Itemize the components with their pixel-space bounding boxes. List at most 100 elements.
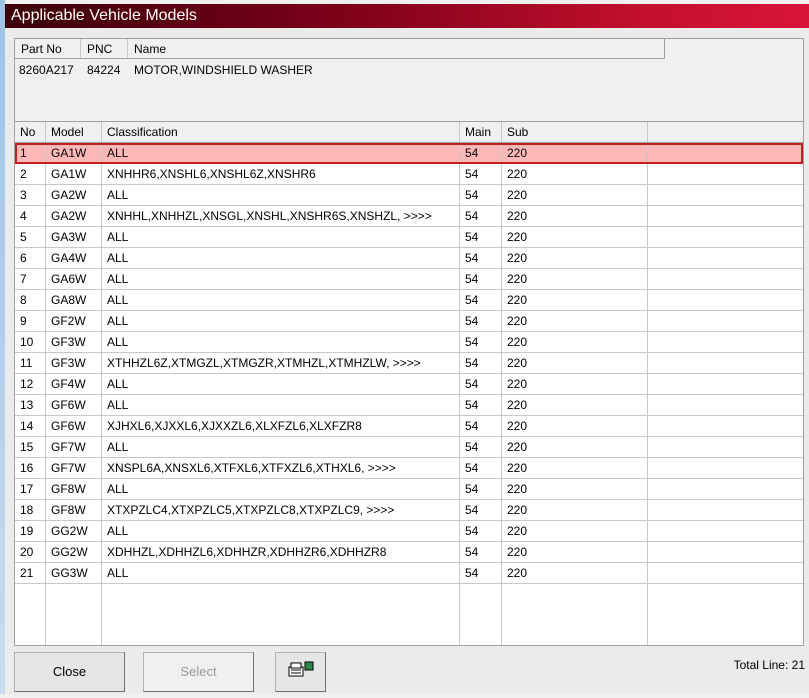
pnc-value: 84224 bbox=[87, 63, 121, 77]
cell-main: 54 bbox=[460, 164, 502, 184]
cell-sub: 220 bbox=[502, 479, 648, 499]
cell-sub: 220 bbox=[502, 206, 648, 226]
table-row[interactable]: 4 GA2W XNHHL,XNHHZL,XNSGL,XNSHL,XNSHR6S,XN… bbox=[15, 206, 803, 227]
cell-main: 54 bbox=[460, 521, 502, 541]
table-row[interactable]: 20 GG2W XDHHZL,XDHHZL6,XDHHZR,XDHHZR6,XDHH… bbox=[15, 542, 803, 563]
table-row[interactable]: 2 GA1W XNHHR6,XNSHL6,XNSHL6Z,XNSHR6 54 220 bbox=[15, 164, 803, 185]
table-row[interactable]: 8 GA8W ALL 54 220 bbox=[15, 290, 803, 311]
col-sub[interactable]: Sub bbox=[502, 122, 648, 142]
cell-model: GA4W bbox=[46, 248, 102, 268]
table-row[interactable]: 1 GA1W ALL 54 220 bbox=[15, 143, 803, 164]
print-button[interactable] bbox=[275, 652, 326, 692]
table-row[interactable]: 7 GA6W ALL 54 220 bbox=[15, 269, 803, 290]
table-row[interactable]: 13 GF6W ALL 54 220 bbox=[15, 395, 803, 416]
table-row[interactable]: 3 GA2W ALL 54 220 bbox=[15, 185, 803, 206]
cell-no: 1 bbox=[15, 143, 46, 163]
close-button[interactable]: Close bbox=[14, 652, 125, 692]
cell-classification: ALL bbox=[102, 185, 460, 205]
cell-main: 54 bbox=[460, 479, 502, 499]
cell-empty bbox=[648, 248, 803, 268]
table-row[interactable]: 9 GF2W ALL 54 220 bbox=[15, 311, 803, 332]
cell-sub: 220 bbox=[502, 500, 648, 520]
cell-sub: 220 bbox=[502, 164, 648, 184]
cell-main: 54 bbox=[460, 143, 502, 163]
table-row[interactable]: 6 GA4W ALL 54 220 bbox=[15, 248, 803, 269]
part-values: 8260A217 84224 MOTOR,WINDSHIELD WASHER bbox=[15, 62, 313, 78]
table-row[interactable]: 12 GF4W ALL 54 220 bbox=[15, 374, 803, 395]
cell-classification: ALL bbox=[102, 248, 460, 268]
cell-model: GA1W bbox=[46, 164, 102, 184]
cell-sub: 220 bbox=[502, 521, 648, 541]
table-row[interactable]: 10 GF3W ALL 54 220 bbox=[15, 332, 803, 353]
cell-model: GA2W bbox=[46, 185, 102, 205]
col-no[interactable]: No bbox=[15, 122, 46, 142]
cell-classification: XNHHL,XNHHZL,XNSGL,XNSHL,XNSHR6S,XNSHZL,… bbox=[102, 206, 460, 226]
part-no-value: 8260A217 bbox=[19, 63, 74, 77]
cell-main: 54 bbox=[460, 248, 502, 268]
cell-classification: XNSPL6A,XNSXL6,XTFXL6,XTFXZL6,XTHXL6, >>… bbox=[102, 458, 460, 478]
cell-classification: XNHHR6,XNSHL6,XNSHL6Z,XNSHR6 bbox=[102, 164, 460, 184]
table-row[interactable]: 5 GA3W ALL 54 220 bbox=[15, 227, 803, 248]
vehicle-models-grid[interactable]: No Model Classification Main Sub 1 GA1W AL… bbox=[14, 121, 804, 646]
cell-sub: 220 bbox=[502, 353, 648, 373]
cell-empty bbox=[648, 290, 803, 310]
cell-model: GF8W bbox=[46, 500, 102, 520]
table-row[interactable]: 16 GF7W XNSPL6A,XNSXL6,XTFXL6,XTFXZL6,XTHX… bbox=[15, 458, 803, 479]
cell-no: 7 bbox=[15, 269, 46, 289]
header-pnc: PNC bbox=[81, 39, 128, 58]
cell-sub: 220 bbox=[502, 437, 648, 457]
col-main[interactable]: Main bbox=[460, 122, 502, 142]
cell-no: 2 bbox=[15, 164, 46, 184]
cell-no: 21 bbox=[15, 563, 46, 583]
cell-model: GA2W bbox=[46, 206, 102, 226]
cell-sub: 220 bbox=[502, 290, 648, 310]
table-row[interactable]: 21 GG3W ALL 54 220 bbox=[15, 563, 803, 584]
cell-no: 12 bbox=[15, 374, 46, 394]
cell-model: GF7W bbox=[46, 458, 102, 478]
cell-main: 54 bbox=[460, 353, 502, 373]
table-row[interactable]: 14 GF6W XJHXL6,XJXXL6,XJXXZL6,XLXFZL6,XLXF… bbox=[15, 416, 803, 437]
cell-model: GA3W bbox=[46, 227, 102, 247]
cell-empty bbox=[648, 563, 803, 583]
cell-no: 11 bbox=[15, 353, 46, 373]
col-classification[interactable]: Classification bbox=[102, 122, 460, 142]
cell-model: GF6W bbox=[46, 395, 102, 415]
table-row[interactable]: 15 GF7W ALL 54 220 bbox=[15, 437, 803, 458]
cell-model: GA6W bbox=[46, 269, 102, 289]
cell-no: 10 bbox=[15, 332, 46, 352]
cell-empty bbox=[648, 332, 803, 352]
cell-no: 14 bbox=[15, 416, 46, 436]
cell-classification: ALL bbox=[102, 227, 460, 247]
name-value: MOTOR,WINDSHIELD WASHER bbox=[134, 63, 313, 77]
cell-classification: ALL bbox=[102, 395, 460, 415]
cell-main: 54 bbox=[460, 290, 502, 310]
cell-empty bbox=[648, 311, 803, 331]
header-part-no: Part No bbox=[15, 39, 81, 58]
cell-main: 54 bbox=[460, 563, 502, 583]
select-button[interactable]: Select bbox=[143, 652, 254, 692]
table-row[interactable]: 17 GF8W ALL 54 220 bbox=[15, 479, 803, 500]
cell-classification: XTXPZLC4,XTXPZLC5,XTXPZLC8,XTXPZLC9, >>>… bbox=[102, 500, 460, 520]
cell-model: GG2W bbox=[46, 521, 102, 541]
cell-empty bbox=[648, 542, 803, 562]
cell-sub: 220 bbox=[502, 563, 648, 583]
cell-no: 9 bbox=[15, 311, 46, 331]
table-row[interactable]: 11 GF3W XTHHZL6Z,XTMGZL,XTMGZR,XTMHZL,XTMH… bbox=[15, 353, 803, 374]
cell-no: 6 bbox=[15, 248, 46, 268]
table-row[interactable]: 19 GG2W ALL 54 220 bbox=[15, 521, 803, 542]
cell-no: 16 bbox=[15, 458, 46, 478]
cell-classification: ALL bbox=[102, 521, 460, 541]
cell-sub: 220 bbox=[502, 227, 648, 247]
cell-empty bbox=[648, 374, 803, 394]
cell-classification: ALL bbox=[102, 269, 460, 289]
cell-sub: 220 bbox=[502, 143, 648, 163]
col-model[interactable]: Model bbox=[46, 122, 102, 142]
cell-main: 54 bbox=[460, 269, 502, 289]
cell-main: 54 bbox=[460, 416, 502, 436]
cell-empty bbox=[648, 395, 803, 415]
cell-classification: ALL bbox=[102, 374, 460, 394]
table-row[interactable]: 18 GF8W XTXPZLC4,XTXPZLC5,XTXPZLC8,XTXPZLC… bbox=[15, 500, 803, 521]
part-header: Part No PNC Name bbox=[15, 39, 665, 59]
cell-no: 4 bbox=[15, 206, 46, 226]
cell-classification: XTHHZL6Z,XTMGZL,XTMGZR,XTMHZL,XTMHZLW, >… bbox=[102, 353, 460, 373]
